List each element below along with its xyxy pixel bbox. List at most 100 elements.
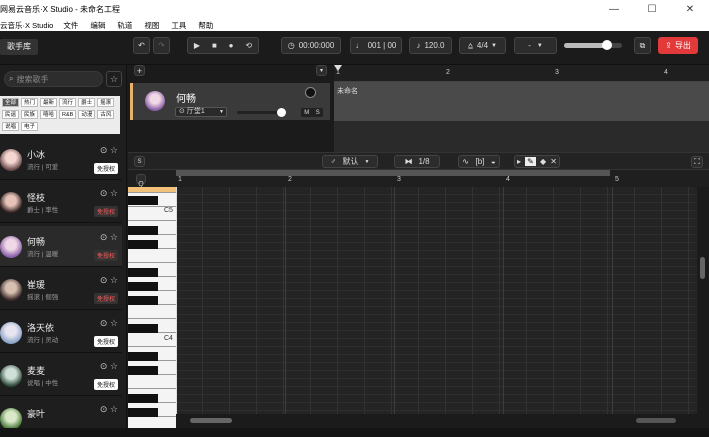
piano-black-key[interactable] (128, 282, 158, 291)
play-circle-icon[interactable]: ⊙ (100, 188, 108, 198)
piano-key[interactable] (128, 375, 176, 389)
zoom-slider[interactable] (636, 418, 676, 423)
play-circle-icon[interactable]: ⊙ (100, 361, 108, 371)
piano-key[interactable] (128, 417, 176, 428)
piano-black-key[interactable] (128, 366, 158, 375)
arrangement-ruler[interactable]: 1 2 3 4 (334, 65, 709, 82)
cut-icon[interactable]: ✕ (550, 157, 557, 166)
menu-view[interactable]: 视图 (144, 20, 159, 31)
filter-tag[interactable]: 嘻哈 (40, 110, 58, 119)
solo-icon[interactable]: S (316, 110, 320, 116)
filter-tag[interactable]: 电子 (21, 122, 39, 131)
track-volume-slider[interactable] (237, 108, 286, 117)
piano-roll-grid[interactable] (176, 187, 697, 414)
pencil-icon[interactable]: ✎ (525, 157, 536, 166)
key-select[interactable]: - ▼ (514, 37, 557, 54)
filter-tag[interactable]: 最新 (40, 98, 58, 107)
filter-tag[interactable]: 民谣 (2, 110, 20, 119)
track-clip[interactable]: 未命名 (334, 82, 709, 121)
star-icon[interactable]: ☆ (110, 275, 118, 285)
vertical-scrollbar[interactable] (697, 187, 709, 428)
filter-tag[interactable]: 动漫 (78, 110, 96, 119)
playhead-marker[interactable] (334, 65, 342, 71)
menu-track[interactable]: 轨道 (117, 20, 132, 31)
maximize-icon[interactable]: ☐ (633, 0, 671, 19)
mute-icon[interactable]: M (304, 110, 309, 116)
singer-item[interactable]: 小冰 流行 | 可爱 ⊙ ☆ 免授权 (0, 139, 122, 180)
tempo-display[interactable]: ♪ 120.0 (409, 37, 452, 54)
vertical-scroll-thumb[interactable] (700, 257, 705, 279)
play-circle-icon[interactable]: ⊙ (100, 275, 108, 285)
singer-library-tab[interactable]: 歌手库 (0, 39, 38, 55)
piano-roll-ruler[interactable]: Q 1 2 3 4 5 (128, 170, 709, 188)
preset-select[interactable]: ⊙ 厅堂1 ▼ (175, 107, 227, 117)
singer-item[interactable]: 崔瑗 摇滚 | 倔强 ⊙ ☆ 免授权 (0, 269, 122, 310)
filter-tag[interactable]: R&B (59, 110, 77, 119)
loop-region[interactable] (176, 170, 610, 176)
filter-tag[interactable]: 摇滚 (97, 98, 115, 107)
time-display[interactable]: ◷ 00:00:000 (281, 37, 341, 54)
singer-search-input[interactable]: ⌕ 搜索歌手 (4, 71, 103, 87)
wave-icon[interactable]: ∿ (462, 157, 469, 166)
close-icon[interactable]: ✕ (671, 0, 709, 19)
piano-black-key[interactable] (128, 196, 158, 205)
master-volume-handle[interactable] (602, 40, 612, 50)
pan-knob[interactable] (305, 87, 316, 98)
filter-tag[interactable]: 爵士 (78, 98, 96, 107)
star-icon[interactable]: ☆ (110, 232, 118, 242)
piano-black-key[interactable] (128, 240, 158, 249)
piano-black-key[interactable] (128, 324, 158, 333)
star-icon[interactable]: ☆ (110, 404, 118, 414)
piano-key[interactable] (128, 249, 176, 263)
time-signature-display[interactable]: ⩠ 4/4 ▼ (459, 37, 506, 54)
play-icon[interactable]: ▶ (194, 41, 200, 50)
filter-tag[interactable]: 说唱 (2, 122, 20, 131)
piano-black-key[interactable] (128, 268, 158, 277)
fullscreen-button[interactable]: ⛶ (691, 156, 703, 168)
play-circle-icon[interactable]: ⊙ (100, 145, 108, 155)
track-menu-button[interactable]: ▾ (316, 65, 327, 76)
filter-tag[interactable]: 民族 (21, 110, 39, 119)
stop-icon[interactable]: ■ (212, 41, 217, 50)
menu-file[interactable]: 文件 (63, 20, 78, 31)
singer-item[interactable]: 麦麦 说唱 | 中性 ⊙ ☆ 免授权 (0, 355, 122, 396)
piano-black-key[interactable] (128, 394, 158, 403)
piano-black-key[interactable] (128, 226, 158, 235)
favorite-filter-button[interactable]: ☆ (106, 71, 122, 87)
horizontal-scrollbar[interactable] (176, 414, 697, 428)
track-volume-handle[interactable] (277, 108, 286, 117)
export-button[interactable]: ⇪ 导出 (658, 37, 698, 54)
piano-black-key[interactable] (128, 296, 158, 305)
open-folder-button[interactable]: ⧉ (634, 37, 651, 54)
minimize-icon[interactable]: — (595, 0, 633, 19)
star-icon[interactable]: ☆ (110, 318, 118, 328)
menu-help[interactable]: 帮助 (198, 20, 213, 31)
piano-key[interactable] (128, 305, 176, 319)
lyrics-mode-select[interactable]: ♂ 默认 ▼ (322, 155, 378, 168)
singer-item[interactable]: 洛天依 流行 | 灵动 ⊙ ☆ 免授权 (0, 312, 122, 353)
master-volume-slider[interactable] (564, 40, 622, 50)
piano-keyboard[interactable]: C5 C4 (128, 187, 176, 428)
horizontal-scroll-thumb[interactable] (190, 418, 232, 423)
snap-toggle[interactable]: S (134, 156, 145, 167)
quantize-select[interactable]: ⧓ 1/8 (394, 155, 440, 168)
bracket-icon[interactable]: [b] (475, 157, 484, 166)
star-icon[interactable]: ☆ (110, 361, 118, 371)
redo-button[interactable]: ↷ (153, 37, 170, 54)
singer-item-selected[interactable]: 何畅 流行 | 温暖 ⊙ ☆ 免授权 (0, 226, 122, 267)
measure-display[interactable]: ♩ 001 | 00 (350, 37, 402, 54)
menu-edit[interactable]: 编辑 (90, 20, 105, 31)
loop-icon[interactable]: ⟲ (245, 41, 252, 50)
undo-button[interactable]: ↶ (133, 37, 150, 54)
vibrato-icon[interactable]: ◒ (491, 157, 496, 166)
select-arrow-icon[interactable]: ▸ (517, 157, 521, 166)
play-circle-icon[interactable]: ⊙ (100, 318, 108, 328)
eraser-icon[interactable]: ◆ (540, 157, 546, 166)
filter-tag[interactable]: 流行 (59, 98, 77, 107)
piano-black-key[interactable] (128, 408, 158, 417)
filter-tag[interactable]: 全部 (2, 98, 20, 107)
star-icon[interactable]: ☆ (110, 188, 118, 198)
track-card[interactable]: 何畅 ⊙ 厅堂1 ▼ M S (130, 83, 330, 120)
play-circle-icon[interactable]: ⊙ (100, 232, 108, 242)
zoom-button[interactable]: Q (136, 174, 146, 188)
